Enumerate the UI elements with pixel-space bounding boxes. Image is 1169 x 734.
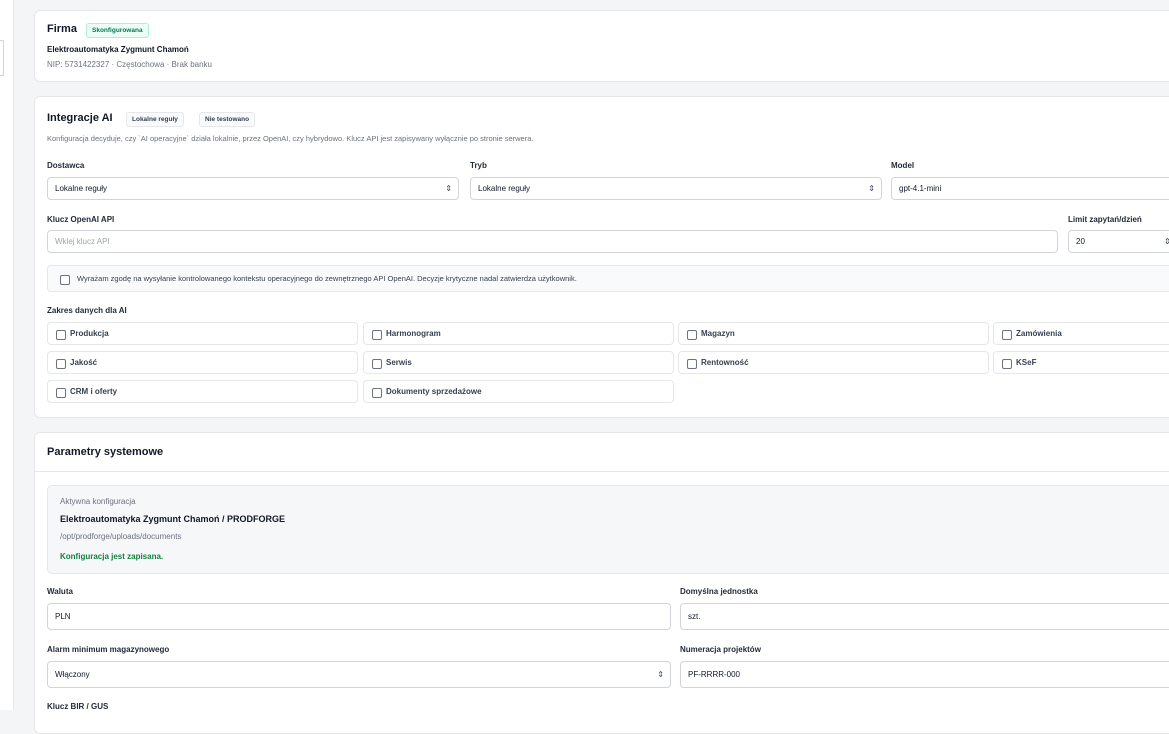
provider-label: Dostawca	[47, 161, 85, 170]
status-badge: Skonfigurowana	[86, 23, 149, 38]
company-card: Firma Skonfigurowana Elektroautomatyka Z…	[34, 10, 1169, 82]
currency-label: Waluta	[47, 587, 73, 596]
scope-option-label: Jakość	[70, 358, 98, 367]
provider-badge: Lokalne reguły	[126, 112, 184, 127]
checkbox[interactable]	[372, 388, 382, 398]
model-input[interactable]: gpt-4.1-mini	[891, 177, 1169, 200]
stock-alarm-select[interactable]: Włączony ⇕	[47, 661, 671, 688]
system-card-title: Parametry systemowe	[47, 446, 164, 458]
currency-input[interactable]: PLN	[47, 603, 671, 630]
api-key-input[interactable]: Wklej klucz API	[47, 230, 1058, 253]
project-numbering-input[interactable]: PF-RRRR-000	[680, 661, 1169, 688]
active-config-path: /opt/prodforge/uploads/documents	[60, 532, 182, 541]
scope-option-label: Produkcja	[70, 329, 109, 338]
ai-integration-card: Integracje AI Lokalne reguły Nie testowa…	[34, 96, 1169, 418]
checkbox[interactable]	[372, 359, 382, 369]
checkbox[interactable]	[56, 388, 66, 398]
company-card-title: Firma	[47, 23, 77, 35]
scope-option-label: Harmonogram	[386, 329, 441, 338]
model-label: Model	[891, 161, 915, 170]
scope-option-produkcja[interactable]: Produkcja	[47, 322, 358, 345]
scope-option-sales-documents[interactable]: Dokumenty sprzedażowe	[363, 380, 674, 403]
mode-select[interactable]: Lokalne reguły ⇕	[470, 177, 882, 200]
api-key-label: Klucz OpenAI API	[47, 215, 115, 224]
left-rail-handle	[0, 40, 4, 76]
default-unit-input[interactable]: szt.	[680, 603, 1169, 630]
scope-option-label: Serwis	[386, 358, 412, 367]
active-config-name: Elektroautomatyka Zygmunt Chamoń / PRODF…	[60, 514, 286, 524]
currency-value: PLN	[55, 612, 71, 621]
scope-option-label: Dokumenty sprzedażowe	[386, 387, 482, 396]
api-key-placeholder: Wklej klucz API	[55, 237, 110, 246]
project-numbering-label: Numeracja projektów	[680, 645, 761, 654]
stepper-icon[interactable]: ⇕	[1164, 231, 1169, 253]
updown-chevron-icon: ⇕	[445, 184, 452, 193]
provider-select-value: Lokalne reguły	[55, 184, 108, 193]
mode-label: Tryb	[470, 161, 487, 170]
mode-select-value: Lokalne reguły	[478, 184, 531, 193]
consent-checkbox[interactable]	[60, 275, 70, 285]
default-unit-value: szt.	[688, 612, 701, 621]
scope-option-serwis[interactable]: Serwis	[363, 351, 674, 374]
active-configuration-panel: Aktywna konfiguracja Elektroautomatyka Z…	[47, 485, 1169, 574]
scope-option-crm[interactable]: CRM i oferty	[47, 380, 358, 403]
scope-option-label: CRM i oferty	[70, 387, 118, 396]
left-rail	[0, 0, 14, 710]
data-scope-label: Zakres danych dla AI	[47, 306, 127, 315]
provider-select[interactable]: Lokalne reguły ⇕	[47, 177, 459, 200]
scope-option-jakosc[interactable]: Jakość	[47, 351, 358, 374]
checkbox[interactable]	[56, 359, 66, 369]
project-numbering-value: PF-RRRR-000	[688, 670, 741, 679]
company-details: NIP: 5731422327 · Częstochowa · Brak ban…	[47, 60, 212, 69]
test-status-badge: Nie testowano	[199, 112, 256, 127]
config-saved-status: Konfiguracja jest zapisana.	[60, 552, 164, 561]
checkbox[interactable]	[1002, 359, 1012, 369]
daily-limit-input[interactable]: 20 ⇕	[1068, 230, 1169, 253]
checkbox[interactable]	[687, 359, 697, 369]
scope-option-label: Magazyn	[701, 329, 735, 338]
company-name: Elektroautomatyka Zygmunt Chamoń	[47, 45, 189, 54]
updown-chevron-icon: ⇕	[657, 670, 664, 679]
scope-option-label: KSeF	[1016, 358, 1037, 367]
ai-card-title: Integracje AI	[47, 112, 113, 124]
ai-description: Konfiguracja decyduje, czy `AI operacyjn…	[47, 134, 534, 143]
active-config-label: Aktywna konfiguracja	[60, 497, 136, 506]
updown-chevron-icon: ⇕	[868, 184, 875, 193]
scope-option-magazyn[interactable]: Magazyn	[678, 322, 989, 345]
consent-text: Wyrażam zgodę na wysyłanie kontrolowaneg…	[77, 274, 577, 283]
daily-limit-label: Limit zapytań/dzień	[1068, 215, 1142, 224]
checkbox[interactable]	[56, 330, 66, 340]
scope-option-ksef[interactable]: KSeF	[993, 351, 1169, 374]
scope-option-zamowienia[interactable]: Zamówienia	[993, 322, 1169, 345]
scope-option-label: Rentowność	[701, 358, 749, 367]
scope-option-rentownosc[interactable]: Rentowność	[678, 351, 989, 374]
checkbox[interactable]	[1002, 330, 1012, 340]
scope-option-harmonogram[interactable]: Harmonogram	[363, 322, 674, 345]
consent-row[interactable]: Wyrażam zgodę na wysyłanie kontrolowaneg…	[47, 265, 1169, 292]
default-unit-label: Domyślna jednostka	[680, 587, 758, 596]
scope-option-label: Zamówienia	[1016, 329, 1062, 338]
stock-alarm-label: Alarm minimum magazynowego	[47, 645, 170, 654]
checkbox[interactable]	[687, 330, 697, 340]
model-input-value: gpt-4.1-mini	[899, 184, 942, 193]
daily-limit-value: 20	[1076, 237, 1085, 246]
stock-alarm-value: Włączony	[55, 670, 90, 679]
divider	[35, 471, 1169, 472]
system-parameters-card: Parametry systemowe Aktywna konfiguracja…	[34, 432, 1169, 734]
checkbox[interactable]	[372, 330, 382, 340]
